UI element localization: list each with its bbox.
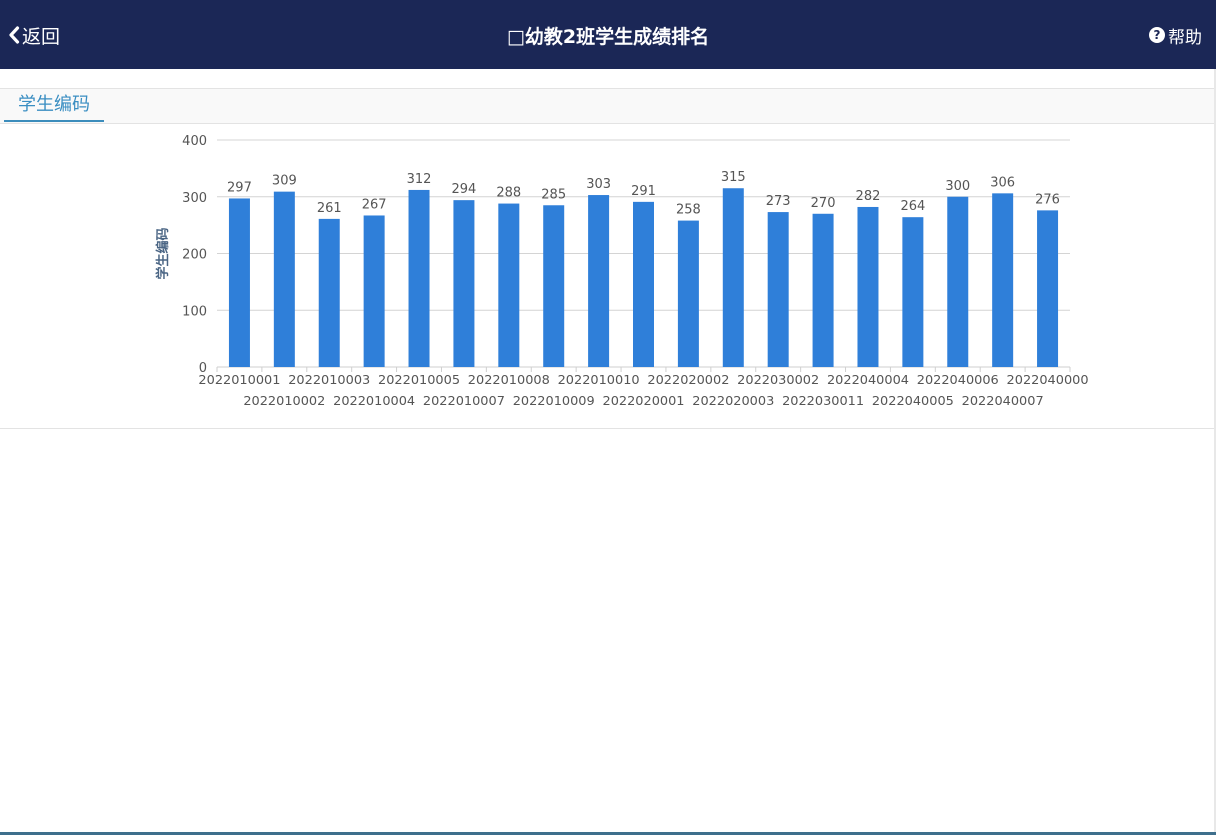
tab-bar: 学生编码	[0, 88, 1216, 124]
x-tick-label: 2022020001	[603, 393, 685, 408]
x-tick-label: 2022030011	[782, 393, 864, 408]
x-tick-label: 2022010003	[288, 372, 370, 387]
x-tick-label: 2022030002	[737, 372, 819, 387]
x-tick-label: 2022010002	[243, 393, 325, 408]
y-axis-label: 学生编码	[155, 227, 171, 279]
bar	[228, 198, 250, 367]
y-tick-label: 400	[182, 134, 207, 149]
bar	[273, 191, 295, 367]
bar	[453, 200, 475, 367]
x-tick-label: 2022040004	[827, 372, 909, 387]
question-circle-icon: ?	[1149, 27, 1165, 43]
bar-value-label: 291	[631, 184, 656, 199]
tab-student-code[interactable]: 学生编码	[4, 89, 104, 122]
bar-value-label: 312	[407, 172, 432, 187]
bar	[408, 189, 430, 367]
x-tick-label: 2022010010	[558, 372, 640, 387]
bar	[902, 217, 924, 367]
bar	[498, 203, 520, 367]
bar-value-label: 294	[452, 182, 477, 197]
x-tick-label: 2022040006	[917, 372, 999, 387]
x-tick-label: 2022020002	[647, 372, 729, 387]
bar-value-label: 315	[721, 170, 746, 185]
bar-value-label: 303	[586, 177, 611, 192]
top-nav-bar: 返回 □幼教2班学生成绩排名 ? 帮助	[0, 0, 1216, 69]
y-tick-label: 300	[182, 191, 207, 206]
x-tick-label: 2022010005	[378, 372, 460, 387]
bar	[722, 188, 744, 367]
y-tick-label: 200	[182, 248, 207, 263]
bar	[1037, 210, 1059, 367]
bar-value-label: 297	[227, 180, 252, 195]
x-tick-label: 2022010008	[468, 372, 550, 387]
bar-value-label: 288	[496, 186, 521, 201]
bar	[633, 201, 654, 367]
bar-value-label: 267	[362, 197, 387, 212]
bar	[947, 196, 969, 367]
bar-value-label: 261	[317, 201, 342, 216]
bar	[543, 205, 565, 367]
x-tick-label: 2022010007	[423, 393, 505, 408]
x-tick-label: 2022010004	[333, 393, 415, 408]
bar-value-label: 276	[1035, 192, 1060, 207]
bar	[857, 206, 879, 367]
bar-value-label: 306	[990, 175, 1015, 190]
bar	[363, 215, 385, 367]
page-title: □幼教2班学生成绩排名	[506, 26, 710, 48]
bar-value-label: 309	[272, 174, 297, 189]
bar-value-label: 300	[945, 179, 970, 194]
x-tick-label: 2022040005	[872, 393, 954, 408]
bar-value-label: 273	[766, 194, 791, 209]
bar-value-label: 258	[676, 203, 701, 218]
y-tick-label: 100	[182, 304, 207, 319]
score-chart: 0 100 200 300 400 学生编码 297 2022010001 309 2022010…	[0, 123, 1214, 429]
bar	[992, 193, 1014, 367]
bar-chart-svg: 0100200300400学生编码29720220100013092022010…	[155, 134, 1089, 408]
help-label: 帮助	[1168, 27, 1202, 48]
bar	[767, 212, 789, 367]
x-tick-label: 2022010009	[513, 393, 595, 408]
bar-value-label: 264	[900, 199, 925, 214]
x-tick-label: 2022040000	[1007, 372, 1089, 387]
bar	[812, 213, 834, 367]
bar-value-label: 270	[811, 196, 836, 211]
bar	[588, 195, 610, 367]
x-tick-label: 2022010001	[198, 372, 280, 387]
bar	[318, 218, 340, 367]
bar	[677, 220, 699, 367]
help-button[interactable]: ? 帮助	[1149, 22, 1202, 48]
bar-value-label: 282	[856, 189, 881, 204]
x-tick-label: 2022040007	[962, 393, 1044, 408]
bar-value-label: 285	[541, 187, 566, 202]
x-tick-label: 2022020003	[692, 393, 774, 408]
